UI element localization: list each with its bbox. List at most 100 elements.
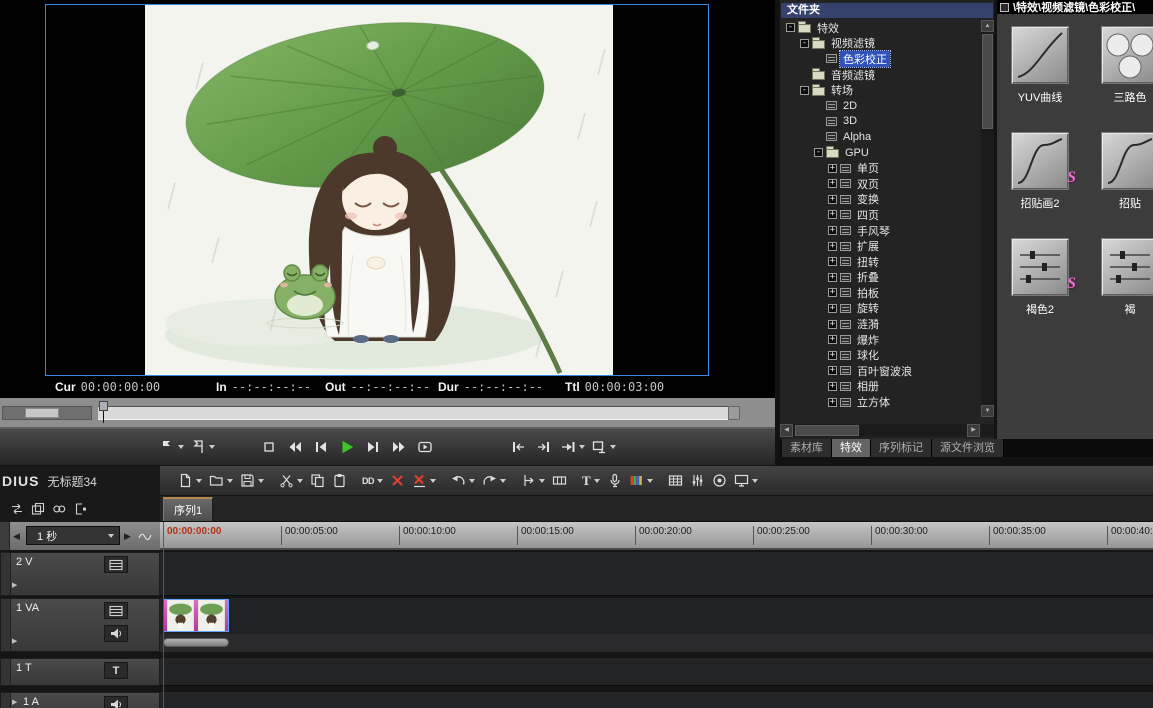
track-expand-icon[interactable]: ▶	[12, 637, 17, 645]
scrollbar-thumb[interactable]	[982, 34, 993, 129]
expand-icon[interactable]: +	[828, 210, 837, 219]
effect-item-poster2[interactable]: S 招贴画2	[1011, 132, 1069, 211]
fast-forward-button[interactable]	[386, 434, 412, 460]
tree-item[interactable]: +爆炸	[780, 332, 980, 348]
tab-sequence-markers[interactable]: 序列标记	[871, 439, 932, 457]
dropdown-caret-icon[interactable]	[258, 479, 264, 483]
tree-item-2d[interactable]: 2D	[780, 98, 980, 114]
tree-item[interactable]: +立方体	[780, 394, 980, 410]
position-bar[interactable]	[98, 406, 740, 420]
audio-mixer-button[interactable]	[688, 470, 707, 492]
paste-button[interactable]	[330, 470, 349, 492]
expand-icon[interactable]: +	[828, 195, 837, 204]
sequence-tab[interactable]: 序列1	[163, 497, 213, 521]
track-expand-icon[interactable]: ▶	[12, 581, 17, 589]
dropdown-caret-icon[interactable]	[178, 445, 184, 449]
tree-item[interactable]: +球化	[780, 347, 980, 363]
effect-thumbnail[interactable]	[1101, 132, 1153, 190]
tree-item[interactable]: +旋转	[780, 301, 980, 317]
folder-up-icon[interactable]	[1000, 3, 1009, 12]
track-audio-icon[interactable]	[104, 625, 128, 642]
track-expand-icon[interactable]: ▶	[12, 698, 17, 706]
timeline-playhead[interactable]	[163, 522, 164, 708]
zoom-slider-thumb[interactable]	[25, 408, 59, 418]
scroll-right-icon[interactable]: ▶	[967, 424, 980, 437]
effect-item-three-way[interactable]: 三路色	[1101, 26, 1153, 105]
ripple-delete-button[interactable]	[410, 470, 438, 492]
tree-item[interactable]: +手风琴	[780, 223, 980, 239]
collapse-icon[interactable]: -	[800, 86, 809, 95]
colorbars-button[interactable]	[627, 470, 655, 492]
expand-icon[interactable]: +	[828, 257, 837, 266]
tree-item[interactable]: +四页	[780, 207, 980, 223]
expand-icon[interactable]: +	[828, 335, 837, 344]
expand-icon[interactable]: +	[828, 382, 837, 391]
voiceover-button[interactable]	[605, 470, 624, 492]
collapse-icon[interactable]: -	[800, 39, 809, 48]
frame-forward-button[interactable]	[360, 434, 386, 460]
tree-item-color-correction[interactable]: 色彩校正	[780, 51, 980, 67]
tree-item[interactable]: +扩展	[780, 238, 980, 254]
tab-material-library[interactable]: 素材库	[782, 439, 832, 457]
scale-increase-icon[interactable]: ▶	[124, 531, 131, 542]
dropdown-caret-icon[interactable]	[500, 479, 506, 483]
expand-icon[interactable]: +	[828, 288, 837, 297]
track-1t-header[interactable]: 1 T T	[0, 658, 160, 686]
insert-dd-button[interactable]: DD	[360, 470, 385, 492]
snap-mode-icon[interactable]	[73, 502, 87, 516]
track-1t-content[interactable]	[160, 658, 1153, 686]
effect-thumbnail[interactable]: S	[1011, 132, 1069, 190]
scrollbar-thumb[interactable]	[795, 425, 859, 436]
track-1a-content[interactable]	[160, 692, 1153, 708]
effect-item-poster[interactable]: 招贴	[1101, 132, 1153, 211]
zoom-slider[interactable]	[2, 406, 92, 420]
track-1va-content[interactable]	[160, 598, 1153, 652]
sync-lock-icon[interactable]	[52, 502, 66, 516]
expand-icon[interactable]: +	[828, 179, 837, 188]
scroll-left-icon[interactable]: ◀	[780, 424, 793, 437]
tree-item[interactable]: +拍板	[780, 285, 980, 301]
tree-item-3d[interactable]: 3D	[780, 114, 980, 130]
track-visibility-icon[interactable]	[104, 556, 128, 573]
expand-icon[interactable]: +	[828, 351, 837, 360]
undo-button[interactable]	[449, 470, 477, 492]
tree-item[interactable]: +双页	[780, 176, 980, 192]
tree-horizontal-scrollbar[interactable]: ◀ ▶	[780, 424, 994, 437]
tree-item[interactable]: +单页	[780, 160, 980, 176]
effect-thumbnail[interactable]	[1101, 26, 1153, 84]
expand-icon[interactable]: +	[828, 366, 837, 375]
effect-item-sepia2[interactable]: S 褐色2	[1011, 238, 1069, 317]
export-frame-button[interactable]	[588, 434, 619, 460]
dropdown-caret-icon[interactable]	[752, 479, 758, 483]
effect-thumbnail[interactable]: S	[1011, 238, 1069, 296]
sync-mode-icon[interactable]	[10, 502, 24, 516]
goto-in-button[interactable]	[505, 434, 531, 460]
tree-item[interactable]: +相册	[780, 379, 980, 395]
title-tool-button[interactable]: T	[580, 470, 602, 492]
tab-effects[interactable]: 特效	[832, 439, 871, 457]
timeline-clip[interactable]	[163, 599, 229, 632]
trim-button[interactable]	[519, 470, 547, 492]
effect-item-yuv-curve[interactable]: YUV曲线	[1011, 26, 1069, 105]
track-1a-header[interactable]: ▶ 1 A	[0, 692, 160, 708]
expand-icon[interactable]: +	[828, 242, 837, 251]
dropdown-caret-icon[interactable]	[539, 479, 545, 483]
dropdown-caret-icon[interactable]	[108, 534, 114, 538]
marker-tool-icon[interactable]	[138, 529, 152, 543]
tree-item[interactable]: +变换	[780, 192, 980, 208]
timeline-ruler[interactable]: 00:00:00:00 00:00:05:00 00:00:10:00 00:0…	[160, 522, 1153, 550]
track-1va-header[interactable]: 1 VA ▶	[0, 598, 160, 652]
expand-icon[interactable]: +	[828, 226, 837, 235]
dropdown-caret-icon[interactable]	[377, 479, 383, 483]
expand-icon[interactable]: +	[828, 304, 837, 313]
tree-item-effects[interactable]: -特效	[780, 20, 980, 36]
layer-mode-icon[interactable]	[31, 502, 45, 516]
effect-thumbnail[interactable]	[1101, 238, 1153, 296]
cut-button[interactable]	[277, 470, 305, 492]
dropdown-caret-icon[interactable]	[469, 479, 475, 483]
dropdown-caret-icon[interactable]	[227, 479, 233, 483]
tree-item-alpha[interactable]: Alpha	[780, 129, 980, 145]
save-project-button[interactable]	[238, 470, 266, 492]
clip-audio-bar[interactable]	[163, 638, 229, 647]
tree-item[interactable]: +扭转	[780, 254, 980, 270]
